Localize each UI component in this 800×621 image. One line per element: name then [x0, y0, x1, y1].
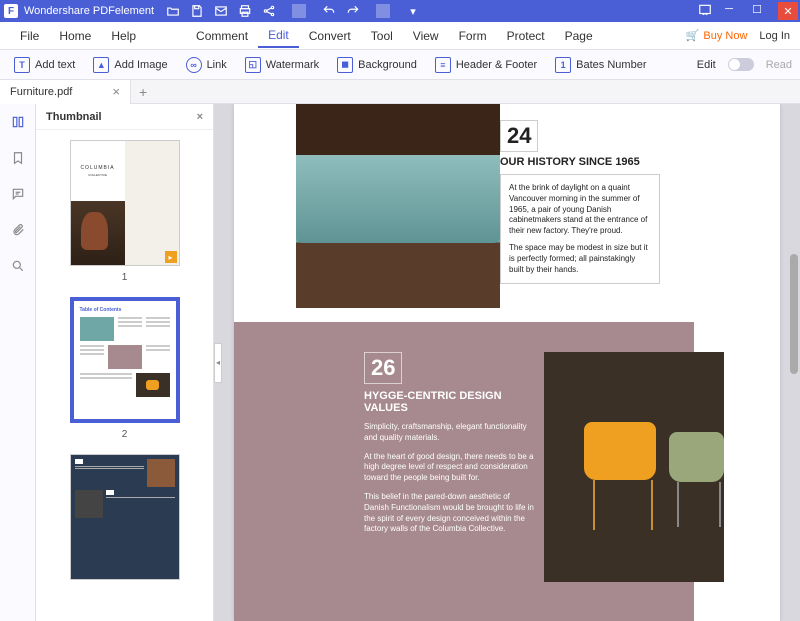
menu-edit[interactable]: Edit — [258, 24, 299, 48]
print-icon[interactable] — [238, 4, 252, 18]
link-button[interactable]: ∞Link — [180, 54, 233, 76]
tab-filename: Furniture.pdf — [10, 86, 72, 98]
edit-mode-label: Edit — [697, 59, 716, 71]
content-text: At the brink of daylight on a quaint Van… — [509, 183, 651, 237]
content-block: 26 HYGGE-CENTRIC DESIGN VALUES Simplicit… — [364, 352, 534, 543]
page-thumbnail[interactable]: Table of Contents — [70, 297, 180, 423]
thumbnail-panel-title: Thumbnail — [46, 111, 102, 123]
maximize-button[interactable]: ☐ — [750, 2, 764, 16]
page-ref-number: 26 — [364, 352, 402, 384]
cart-icon: 🛒 — [686, 29, 700, 42]
menu-tool[interactable]: Tool — [361, 25, 403, 47]
menu-help[interactable]: Help — [101, 25, 146, 47]
watermark-button[interactable]: ◱Watermark — [239, 54, 325, 76]
menu-convert[interactable]: Convert — [299, 25, 361, 47]
content-heading: OUR HISTORY SINCE 1965 — [500, 156, 660, 168]
content-text: This belief in the pared-down aesthetic … — [364, 492, 534, 535]
content-text: At the heart of good design, there needs… — [364, 452, 534, 484]
document-page[interactable]: 24 OUR HISTORY SINCE 1965 At the brink o… — [234, 104, 780, 621]
edit-toolbar: TAdd text ▲Add Image ∞Link ◱Watermark ◼B… — [0, 50, 800, 80]
document-tabbar: Furniture.pdf × + — [0, 80, 800, 104]
thumbnail-panel: Thumbnail × COLUMBIACOLLECTIVE ▸ 1 Table… — [36, 104, 214, 621]
header-footer-icon: ≡ — [435, 57, 451, 73]
close-button[interactable]: ✕ — [778, 2, 798, 20]
buy-now-button[interactable]: 🛒Buy Now — [686, 29, 748, 42]
undo-icon[interactable] — [322, 4, 336, 18]
content-image — [544, 352, 724, 582]
window-controls: ─ ☐ ✕ — [722, 2, 796, 20]
thumbnail-panel-close-icon[interactable]: × — [197, 111, 203, 123]
content-block: 24 OUR HISTORY SINCE 1965 At the brink o… — [500, 120, 660, 284]
edit-read-toggle[interactable] — [728, 58, 754, 71]
link-icon: ∞ — [186, 57, 202, 73]
redo-icon[interactable] — [346, 4, 360, 18]
feedback-icon[interactable] — [698, 3, 712, 20]
text-icon: T — [14, 57, 30, 73]
background-button[interactable]: ◼Background — [331, 54, 423, 76]
content-section: 26 HYGGE-CENTRIC DESIGN VALUES Simplicit… — [234, 322, 694, 621]
menu-home[interactable]: Home — [49, 25, 101, 47]
menubar: File Home Help Comment Edit Convert Tool… — [0, 22, 800, 50]
left-sidebar — [0, 104, 36, 621]
menu-page[interactable]: Page — [555, 25, 603, 47]
page-thumbnail[interactable] — [70, 454, 180, 580]
add-image-button[interactable]: ▲Add Image — [87, 54, 173, 76]
page-ref-number: 24 — [500, 120, 538, 152]
new-tab-button[interactable]: + — [131, 84, 155, 100]
play-icon: ▸ — [165, 251, 177, 263]
quick-access-toolbar: ▾ — [166, 4, 420, 18]
add-text-button[interactable]: TAdd text — [8, 54, 81, 76]
menu-file[interactable]: File — [10, 25, 49, 47]
thumbnail-list[interactable]: COLUMBIACOLLECTIVE ▸ 1 Table of Contents… — [36, 130, 213, 621]
document-tab[interactable]: Furniture.pdf × — [0, 80, 131, 104]
minimize-button[interactable]: ─ — [722, 2, 736, 16]
bates-number-button[interactable]: 1Bates Number — [549, 54, 652, 76]
customize-qat-icon[interactable]: ▾ — [406, 4, 420, 18]
login-button[interactable]: Log In — [759, 30, 790, 42]
menu-view[interactable]: View — [403, 25, 449, 47]
page-thumbnail[interactable]: COLUMBIACOLLECTIVE ▸ — [70, 140, 180, 266]
content-image — [296, 104, 500, 308]
bates-icon: 1 — [555, 57, 571, 73]
search-panel-icon[interactable] — [8, 256, 28, 276]
page-number-label: 2 — [122, 429, 128, 440]
mail-icon[interactable] — [214, 4, 228, 18]
panel-collapse-handle[interactable]: ◂ — [214, 343, 222, 383]
document-canvas[interactable]: ◂ 24 OUR HISTORY SINCE 1965 At the brink… — [214, 104, 800, 621]
header-footer-button[interactable]: ≡Header & Footer — [429, 54, 543, 76]
vertical-scrollbar[interactable] — [790, 254, 798, 374]
share-icon[interactable] — [262, 4, 276, 18]
page-number-label: 1 — [122, 272, 128, 283]
bookmark-panel-icon[interactable] — [8, 148, 28, 168]
read-mode-label: Read — [766, 59, 792, 71]
app-logo: F — [4, 4, 18, 18]
thumbnail-panel-icon[interactable] — [8, 112, 28, 132]
watermark-icon: ◱ — [245, 57, 261, 73]
workspace: Thumbnail × COLUMBIACOLLECTIVE ▸ 1 Table… — [0, 104, 800, 621]
open-icon[interactable] — [166, 4, 180, 18]
image-icon: ▲ — [93, 57, 109, 73]
save-icon[interactable] — [190, 4, 204, 18]
comment-panel-icon[interactable] — [8, 184, 28, 204]
titlebar: F Wondershare PDFelement ▾ ─ ☐ ✕ — [0, 0, 800, 22]
content-text: Simplicity, craftsmanship, elegant funct… — [364, 422, 534, 444]
attachment-panel-icon[interactable] — [8, 220, 28, 240]
background-icon: ◼ — [337, 57, 353, 73]
menu-comment[interactable]: Comment — [186, 25, 258, 47]
content-heading: HYGGE-CENTRIC DESIGN VALUES — [364, 390, 534, 414]
menu-form[interactable]: Form — [449, 25, 497, 47]
app-title: Wondershare PDFelement — [24, 5, 154, 17]
tab-close-icon[interactable]: × — [112, 84, 120, 99]
content-text: The space may be modest in size but it i… — [509, 243, 651, 275]
menu-protect[interactable]: Protect — [497, 25, 555, 47]
